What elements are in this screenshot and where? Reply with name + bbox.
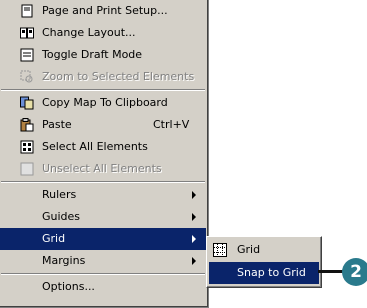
submenu-item-label: Snap to Grid <box>237 266 306 279</box>
draft-mode-icon <box>20 48 34 62</box>
callout-leader-line <box>318 270 345 273</box>
menu-item-label: Copy Map To Clipboard <box>42 96 168 109</box>
submenu-item-snap-to-grid[interactable]: Snap to Grid <box>209 262 319 284</box>
copy-map-icon <box>20 96 34 110</box>
menu-separator <box>1 273 205 275</box>
menu-item-page-print-setup[interactable]: Page and Print Setup... <box>0 0 206 22</box>
select-all-icon <box>20 140 34 154</box>
submenu-arrow-icon <box>192 213 196 221</box>
menu-separator <box>1 181 205 183</box>
menu-item-label: Toggle Draft Mode <box>42 48 143 61</box>
submenu-item-label: Grid <box>237 243 261 256</box>
menu-item-label: Options... <box>42 280 95 293</box>
menu-item-options[interactable]: Options... <box>0 276 206 298</box>
context-menu: Page and Print Setup... Change Layout...… <box>0 0 209 308</box>
menu-item-label: Guides <box>42 210 81 223</box>
menu-separator <box>1 89 205 91</box>
submenu-arrow-icon <box>192 235 196 243</box>
submenu-arrow-icon <box>192 257 196 265</box>
page-setup-icon <box>20 4 34 18</box>
menu-item-label: Change Layout... <box>42 26 136 39</box>
unselect-all-icon <box>20 162 34 176</box>
menu-item-change-layout[interactable]: Change Layout... <box>0 22 206 44</box>
menu-item-label: Grid <box>42 232 66 245</box>
menu-item-label: Select All Elements <box>42 140 148 153</box>
menu-item-label: Rulers <box>42 188 77 201</box>
menu-item-label: Zoom to Selected Elements <box>42 70 195 83</box>
submenu-arrow-icon <box>192 191 196 199</box>
menu-item-label: Unselect All Elements <box>42 162 162 175</box>
menu-item-copy-map[interactable]: Copy Map To Clipboard <box>0 92 206 114</box>
menu-item-rulers[interactable]: Rulers <box>0 184 206 206</box>
zoom-selected-icon <box>20 70 34 84</box>
menu-item-unselect-all[interactable]: Unselect All Elements <box>0 158 206 180</box>
menu-item-margins[interactable]: Margins <box>0 250 206 272</box>
menu-item-select-all[interactable]: Select All Elements <box>0 136 206 158</box>
paste-icon <box>20 118 34 132</box>
menu-item-zoom-selected[interactable]: Zoom to Selected Elements <box>0 66 206 88</box>
grid-submenu: Grid Snap to Grid <box>206 236 322 288</box>
submenu-item-grid[interactable]: Grid <box>209 239 319 261</box>
menu-item-grid[interactable]: Grid <box>0 228 206 250</box>
grid-icon <box>213 243 227 257</box>
shortcut-label: Ctrl+V <box>153 118 190 131</box>
step-callout-badge: 2 <box>342 258 367 286</box>
menu-item-guides[interactable]: Guides <box>0 206 206 228</box>
menu-item-label: Paste <box>42 118 72 131</box>
menu-item-paste[interactable]: Paste Ctrl+V <box>0 114 206 136</box>
menu-item-toggle-draft[interactable]: Toggle Draft Mode <box>0 44 206 66</box>
change-layout-icon <box>20 26 34 40</box>
menu-item-label: Page and Print Setup... <box>42 4 168 17</box>
menu-item-label: Margins <box>42 254 86 267</box>
